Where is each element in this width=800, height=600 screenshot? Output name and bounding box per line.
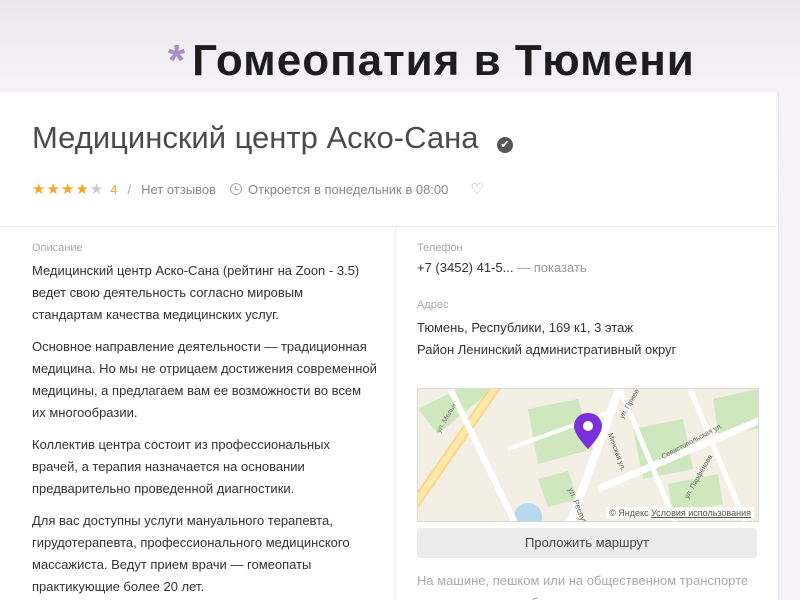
org-name: Медицинский центр Аско-Сана: [32, 120, 479, 155]
favorite-heart-icon[interactable]: ♡: [470, 180, 483, 198]
contacts-section: Телефон +7 (3452) 41-5... — показать Адр…: [417, 242, 757, 361]
description-paragraph: Для вас доступны услуги мануального тера…: [32, 513, 350, 594]
address-label: Адрес: [417, 299, 449, 311]
map-attribution: © Яндекс Условия использования: [606, 507, 754, 519]
verified-check-icon: ✔: [497, 137, 513, 153]
location-map[interactable]: ул. Мельн ул. Республики Севастопольская…: [417, 388, 759, 522]
map-graphic: ул. Мельн ул. Республики Севастопольская…: [418, 389, 758, 521]
rating-value: 4: [110, 181, 118, 197]
show-phone-link[interactable]: — показать: [517, 260, 587, 275]
phone-row: +7 (3452) 41-5... — показать: [417, 260, 757, 275]
header-divider: [0, 226, 776, 227]
description-section: Описание Медицинский центр Аско-Сана (ре…: [32, 242, 377, 600]
org-meta-row: ★★★★★ 4 / Нет отзывов Откроется в понеде…: [32, 180, 484, 198]
opening-hours: Откроется в понедельник в 08:00: [247, 181, 449, 197]
rating-separator: /: [127, 181, 132, 197]
org-card: Медицинский центр Аско-Сана ✔ ★★★★★ 4 / …: [0, 92, 776, 600]
map-terms-link[interactable]: Условия использования: [651, 508, 751, 518]
transport-hint: На машине, пешком или на общественном тр…: [417, 573, 749, 600]
slide-right-edge: [778, 92, 800, 600]
slide-bullet: *: [168, 36, 187, 85]
reviews-link[interactable]: Нет отзывов: [141, 182, 216, 197]
address-line: Тюмень, Республики, 169 к1, 3 этаж: [417, 320, 634, 335]
description-paragraph: Медицинский центр Аско-Сана (рейтинг на …: [32, 263, 360, 322]
phone-label: Телефон: [417, 242, 463, 254]
description-label: Описание: [32, 242, 83, 254]
description-paragraph: Коллектив центра состоит из профессионал…: [32, 437, 331, 496]
slide-title-text: Гомеопатия в Тюмени: [192, 36, 695, 85]
clock-icon: [229, 183, 242, 195]
build-route-button[interactable]: Проложить маршрут: [417, 528, 757, 558]
district-line: Район Ленинский административный округ: [417, 342, 677, 357]
phone-number: +7 (3452) 41-5...: [417, 260, 514, 275]
description-paragraph: Основное направление деятельности — трад…: [32, 339, 377, 420]
rating-stars-icon: ★★★★★: [32, 181, 105, 198]
column-divider: [395, 226, 396, 600]
slide-title: * Гомеопатия в Тюмени: [168, 36, 695, 86]
map-copyright: © Яндекс: [609, 508, 649, 518]
